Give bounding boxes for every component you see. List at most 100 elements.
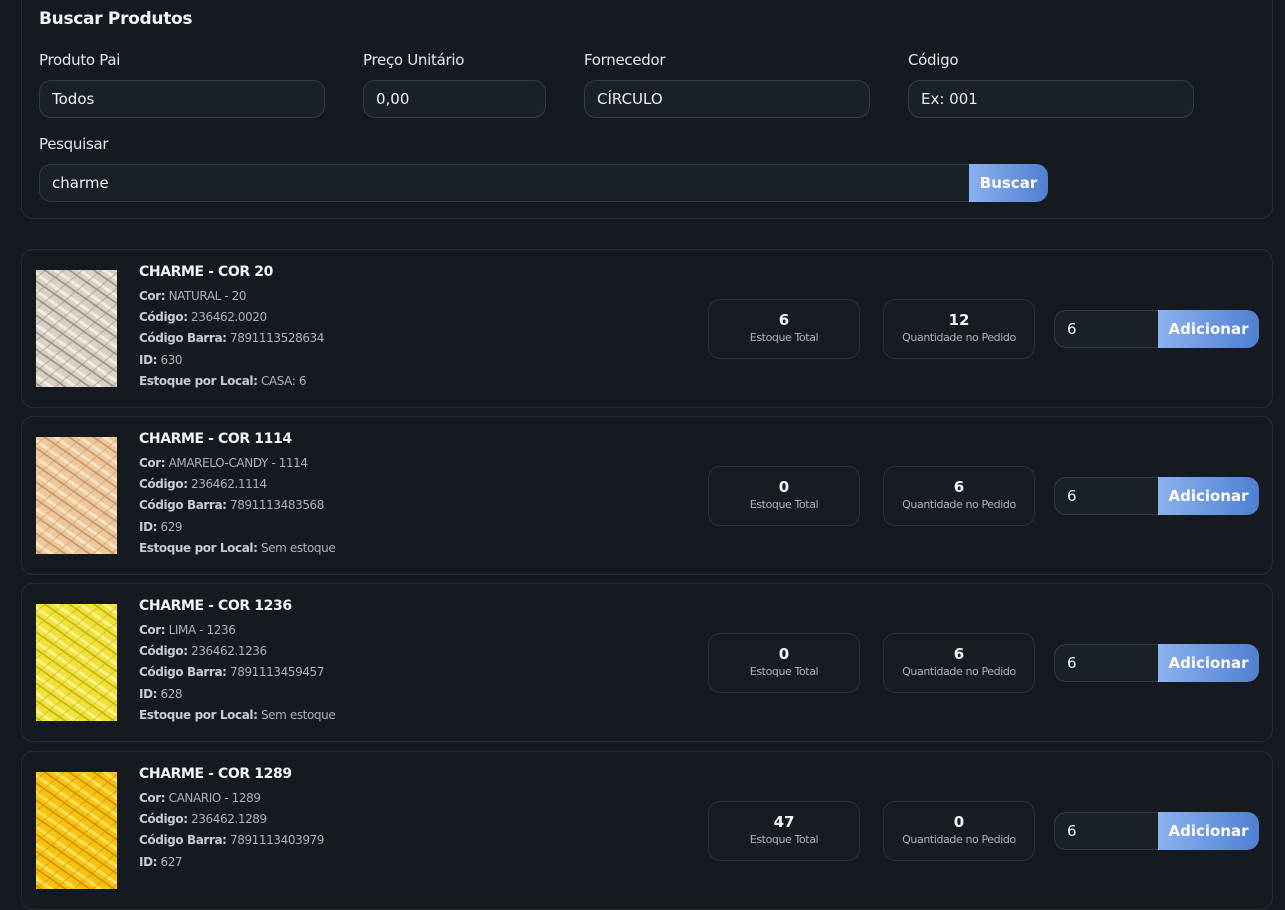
yarn-skein-icon [36, 772, 117, 889]
add-button[interactable]: Adicionar [1158, 812, 1259, 850]
product-name: CHARME - COR 20 [139, 264, 273, 280]
quantity-input[interactable] [1054, 310, 1164, 348]
id-value: 627 [160, 854, 183, 869]
search-row: Buscar [39, 164, 1048, 202]
estoque-local-value: Sem estoque [260, 540, 336, 555]
product-name: CHARME - COR 1289 [139, 766, 292, 782]
codigo-barra-line: Código Barra: 7891113403979 [139, 830, 324, 851]
id-line: ID: 627 [139, 852, 324, 873]
codigo-barra-label: Código Barra: [139, 331, 227, 346]
codigo-barra-line: Código Barra: 7891113528634 [139, 328, 324, 349]
id-value: 628 [160, 686, 183, 701]
codigo-barra-label: Código Barra: [139, 833, 227, 848]
quantidade-pedido-box: 0 Quantidade no Pedido [883, 801, 1035, 861]
codigo-label: Código: [139, 477, 188, 492]
codigo-label: Código [908, 51, 959, 69]
id-line: ID: 630 [139, 350, 324, 371]
yarn-skein-icon [36, 437, 117, 554]
cor-label: Cor: [139, 791, 166, 805]
codigo-barra-value: 7891113459457 [229, 665, 325, 680]
codigo-label: Código: [139, 644, 188, 659]
preco-unitario-label: Preço Unitário [363, 51, 465, 69]
estoque-local-label: Estoque por Local: [139, 373, 258, 388]
quantidade-pedido-value: 0 [953, 813, 965, 831]
codigo-value: 236462.0020 [191, 310, 267, 325]
estoque-total-box: 47 Estoque Total [708, 801, 860, 861]
preco-unitario-input[interactable] [363, 80, 546, 118]
product-name: CHARME - COR 1236 [139, 598, 292, 614]
search-input[interactable] [39, 164, 974, 202]
add-button[interactable]: Adicionar [1158, 310, 1259, 348]
cor-value: CANARIO - 1289 [168, 791, 261, 805]
codigo-label: Código: [139, 812, 188, 827]
search-panel: Buscar Produtos Produto Pai Preço Unitár… [21, 0, 1273, 219]
cor-line: Cor: AMARELO-CANDY - 1114 [139, 453, 335, 474]
id-line: ID: 629 [139, 517, 335, 538]
quantity-input[interactable] [1054, 812, 1164, 850]
produto-pai-select[interactable] [39, 80, 325, 118]
add-button[interactable]: Adicionar [1158, 477, 1259, 515]
cor-label: Cor: [139, 456, 166, 470]
estoque-local-label: Estoque por Local: [139, 707, 258, 722]
id-label: ID: [139, 854, 158, 869]
codigo-label: Código: [139, 310, 188, 325]
product-card-629: CHARME - COR 1114 Cor: AMARELO-CANDY - 1… [21, 416, 1273, 575]
yarn-skein-icon [36, 604, 117, 721]
fornecedor-label: Fornecedor [584, 51, 666, 69]
product-card-628: CHARME - COR 1236 Cor: LIMA - 1236 Códig… [21, 583, 1273, 742]
quantidade-pedido-label: Quantidade no Pedido [902, 665, 1016, 678]
quantity-input[interactable] [1054, 477, 1164, 515]
id-line: ID: 628 [139, 684, 335, 705]
codigo-value: 236462.1289 [191, 812, 267, 827]
codigo-barra-value: 7891113403979 [229, 833, 325, 848]
yarn-skein-icon [36, 270, 117, 387]
cor-value: LIMA - 1236 [168, 623, 236, 637]
codigo-line: Código: 236462.1236 [139, 641, 335, 662]
estoque-total-value: 0 [778, 645, 790, 663]
panel-title: Buscar Produtos [39, 9, 193, 29]
codigo-input[interactable] [908, 80, 1194, 118]
estoque-local-label: Estoque por Local: [139, 540, 258, 555]
estoque-total-value: 47 [773, 813, 795, 831]
product-name: CHARME - COR 1114 [139, 431, 292, 447]
codigo-barra-line: Código Barra: 7891113483568 [139, 495, 335, 516]
estoque-total-label: Estoque Total [749, 498, 819, 511]
pesquisar-label: Pesquisar [39, 135, 109, 153]
codigo-value: 236462.1236 [191, 644, 267, 659]
quantidade-pedido-value: 6 [953, 478, 965, 496]
estoque-total-label: Estoque Total [749, 833, 819, 846]
codigo-barra-value: 7891113483568 [229, 498, 325, 513]
quantidade-pedido-value: 6 [953, 645, 965, 663]
estoque-total-label: Estoque Total [749, 665, 819, 678]
quantidade-pedido-label: Quantidade no Pedido [902, 498, 1016, 511]
estoque-total-box: 0 Estoque Total [708, 466, 860, 526]
estoque-total-value: 6 [778, 311, 790, 329]
codigo-barra-label: Código Barra: [139, 665, 227, 680]
id-label: ID: [139, 519, 158, 534]
estoque-local-line: Estoque por Local: Sem estoque [139, 538, 336, 559]
codigo-barra-line: Código Barra: 7891113459457 [139, 662, 335, 683]
product-card-627: CHARME - COR 1289 Cor: CANARIO - 1289 Có… [21, 751, 1273, 910]
cor-label: Cor: [139, 289, 166, 303]
id-value: 630 [160, 352, 183, 367]
product-card-630: CHARME - COR 20 Cor: NATURAL - 20 Código… [21, 249, 1273, 408]
quantidade-pedido-label: Quantidade no Pedido [902, 833, 1016, 846]
estoque-total-box: 6 Estoque Total [708, 299, 860, 359]
product-info: CHARME - COR 1289 Cor: CANARIO - 1289 Có… [139, 766, 324, 894]
quantidade-pedido-box: 6 Quantidade no Pedido [883, 466, 1035, 526]
codigo-line: Código: 236462.0020 [139, 307, 324, 328]
estoque-total-value: 0 [778, 478, 790, 496]
estoque-total-box: 0 Estoque Total [708, 633, 860, 693]
search-button[interactable]: Buscar [969, 164, 1048, 202]
codigo-barra-label: Código Barra: [139, 498, 227, 513]
cor-line: Cor: LIMA - 1236 [139, 620, 335, 641]
id-value: 629 [160, 519, 183, 534]
codigo-line: Código: 236462.1114 [139, 474, 335, 495]
fornecedor-select[interactable] [584, 80, 870, 118]
product-info: CHARME - COR 20 Cor: NATURAL - 20 Código… [139, 264, 324, 392]
estoque-local-value: Sem estoque [260, 707, 336, 722]
add-button[interactable]: Adicionar [1158, 644, 1259, 682]
product-info: CHARME - COR 1114 Cor: AMARELO-CANDY - 1… [139, 431, 336, 559]
quantity-input[interactable] [1054, 644, 1164, 682]
quantidade-pedido-box: 6 Quantidade no Pedido [883, 633, 1035, 693]
